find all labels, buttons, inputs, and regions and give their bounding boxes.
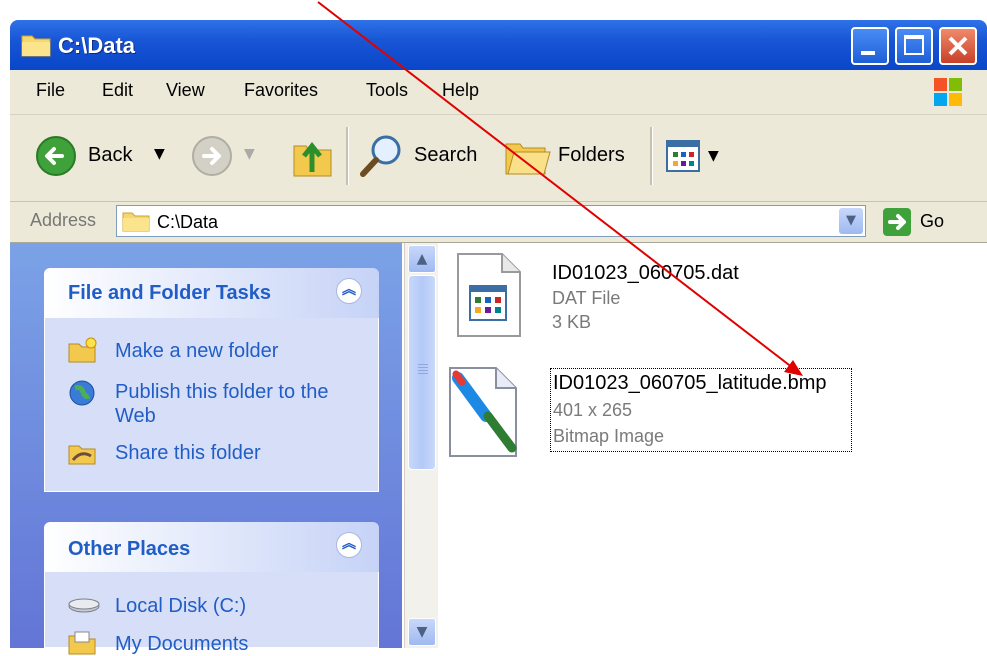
file-name: ID01023_060705.dat: [552, 262, 739, 284]
panel-title: Other Places: [68, 538, 191, 560]
dat-file-icon: [457, 253, 521, 337]
menu-help[interactable]: Help: [442, 80, 479, 101]
views-button[interactable]: ▼: [664, 138, 734, 178]
task-label: Share this folder: [115, 442, 261, 464]
folders-icon: [505, 143, 551, 175]
toolbar-separator: [650, 127, 653, 185]
menu-bar: [10, 70, 987, 115]
windows-logo-icon: [934, 78, 962, 106]
close-button[interactable]: [939, 27, 977, 65]
search-label: Search: [414, 144, 478, 166]
bitmap-paint-icon: [449, 367, 517, 457]
back-arrow-icon: [36, 136, 76, 176]
go-arrow-icon: [883, 208, 911, 236]
task-publish-folder[interactable]: Publish this folder to the Web: [67, 378, 367, 432]
forward-arrow-icon: [192, 136, 232, 176]
menu-favorites[interactable]: Favorites: [244, 80, 318, 101]
maximize-button[interactable]: [895, 27, 933, 65]
toolbar-separator: [346, 127, 349, 185]
collapse-chevron-icon[interactable]: ︽: [336, 278, 362, 304]
new-folder-icon: [68, 337, 97, 363]
file-name: ID01023_060705_latitude.bmp: [553, 372, 827, 394]
file-folder-tasks-header[interactable]: File and Folder Tasks ︽: [44, 268, 379, 318]
address-dropdown-icon[interactable]: ▼: [839, 208, 863, 234]
views-grid-icon: [666, 140, 700, 172]
documents-icon: [68, 631, 96, 655]
place-local-disk[interactable]: Local Disk (C:): [67, 592, 367, 620]
globe-icon: [69, 380, 95, 406]
folders-button[interactable]: Folders: [502, 132, 638, 180]
disk-icon: [68, 598, 100, 613]
folders-label: Folders: [558, 144, 625, 166]
go-button[interactable]: Go: [880, 206, 970, 238]
forward-dropdown-icon[interactable]: ▼: [244, 146, 255, 162]
scroll-down-button[interactable]: ▼: [408, 618, 436, 646]
menu-file[interactable]: File: [36, 80, 65, 101]
scroll-thumb[interactable]: [408, 275, 436, 470]
task-label: Publish this folder to the Web: [115, 381, 329, 427]
title-bar[interactable]: [10, 20, 987, 70]
task-share-folder[interactable]: Share this folder: [67, 438, 367, 468]
image-dimensions: 401 x 265: [553, 400, 633, 420]
other-places-panel: Local Disk (C:) My Documents: [44, 572, 379, 655]
place-label: My Documents: [115, 633, 249, 655]
window-title: C:\Data: [58, 33, 136, 58]
address-value: C:\Data: [157, 212, 219, 232]
share-folder-icon: [68, 445, 96, 465]
other-places-header[interactable]: Other Places ︽: [44, 522, 379, 572]
forward-button[interactable]: ▼: [190, 134, 260, 178]
views-dropdown-icon[interactable]: ▼: [708, 148, 719, 164]
menu-edit[interactable]: Edit: [102, 80, 133, 101]
minimize-button[interactable]: [851, 27, 889, 65]
back-dropdown-icon[interactable]: ▼: [154, 146, 165, 162]
menu-view[interactable]: View: [166, 80, 205, 101]
task-make-new-folder[interactable]: Make a new folder: [67, 336, 367, 366]
address-field[interactable]: C:\Data ▼: [116, 205, 866, 237]
file-item[interactable]: ID01023_060705.dat DAT File 3 KB: [452, 250, 862, 340]
file-size: 3 KB: [552, 312, 592, 332]
place-my-documents[interactable]: My Documents: [67, 628, 367, 656]
folder-icon: [21, 35, 51, 57]
file-folder-tasks-panel: Make a new folder Publish this folder to…: [44, 318, 379, 492]
up-folder-icon[interactable]: [290, 132, 336, 180]
back-button[interactable]: Back ▼: [34, 134, 165, 178]
file-type: DAT File: [552, 288, 621, 308]
scroll-up-button[interactable]: ▲: [408, 245, 436, 273]
address-label: Address: [30, 210, 97, 230]
folder-icon: [122, 212, 150, 232]
search-icon: [360, 135, 401, 177]
close-icon: [948, 36, 968, 56]
file-type: Bitmap Image: [553, 426, 665, 446]
search-button[interactable]: Search: [358, 132, 488, 180]
place-label: Local Disk (C:): [115, 595, 247, 617]
collapse-chevron-icon[interactable]: ︽: [336, 532, 362, 558]
task-label: Make a new folder: [115, 340, 279, 362]
menu-tools[interactable]: Tools: [366, 80, 408, 101]
go-label: Go: [920, 211, 945, 231]
panel-title: File and Folder Tasks: [68, 282, 272, 304]
back-label: Back: [88, 144, 133, 166]
